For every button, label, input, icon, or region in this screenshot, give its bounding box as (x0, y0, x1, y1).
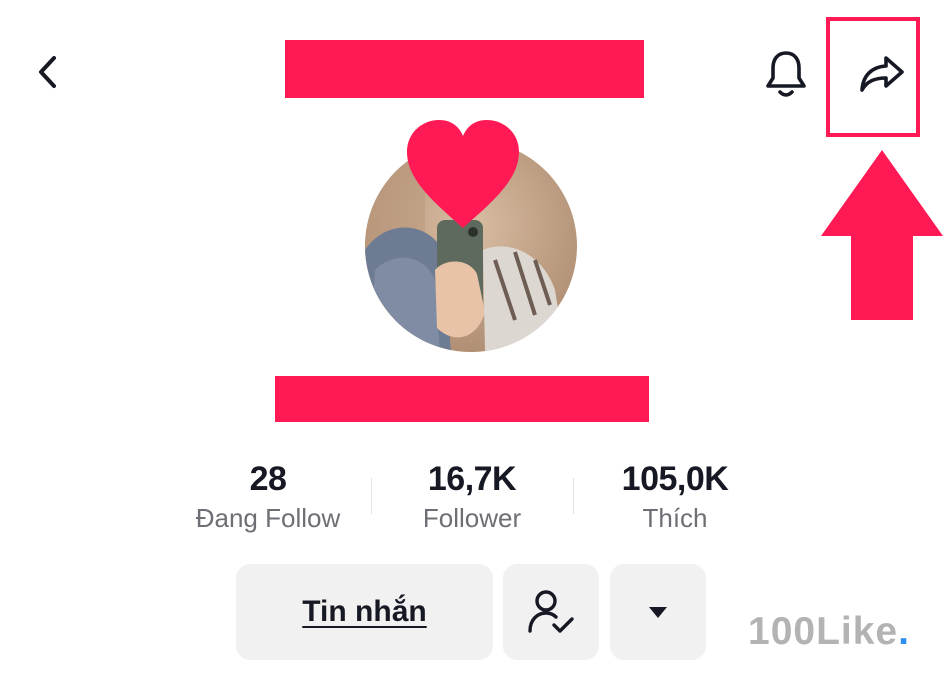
user-check-icon (528, 590, 574, 633)
heart-icon (407, 120, 519, 228)
stat-divider (573, 478, 574, 514)
friend-status-button[interactable] (503, 564, 599, 660)
watermark-dot: . (898, 610, 910, 653)
message-button[interactable]: Tin nhắn (236, 564, 493, 660)
stat-likes[interactable]: 105,0K Thích (590, 458, 760, 536)
share-arrow-icon (860, 56, 904, 92)
back-button[interactable] (28, 52, 68, 92)
likes-count: 105,0K (621, 460, 729, 498)
message-button-label: Tin nhắn (302, 595, 427, 628)
arrow-up-icon (821, 150, 943, 320)
chevron-left-icon (39, 56, 56, 88)
notification-button[interactable] (760, 48, 812, 100)
stat-divider (371, 478, 372, 514)
stat-followers[interactable]: 16,7K Follower (396, 458, 548, 536)
following-label: Đang Follow (195, 503, 341, 533)
followers-count: 16,7K (427, 460, 517, 498)
share-button[interactable] (852, 48, 912, 100)
bell-icon (766, 51, 806, 97)
stat-following[interactable]: 28 Đang Follow (170, 458, 366, 536)
likes-label: Thích (642, 503, 708, 533)
caret-down-icon (649, 607, 667, 618)
following-count: 28 (249, 460, 287, 498)
redacted-title-bar (285, 40, 644, 98)
watermark-text: 100Like (748, 610, 899, 653)
watermark-logo: 100Like. (748, 610, 910, 654)
more-options-button[interactable] (610, 564, 706, 660)
redacted-username-bar (275, 376, 649, 422)
followers-label: Follower (422, 503, 522, 533)
